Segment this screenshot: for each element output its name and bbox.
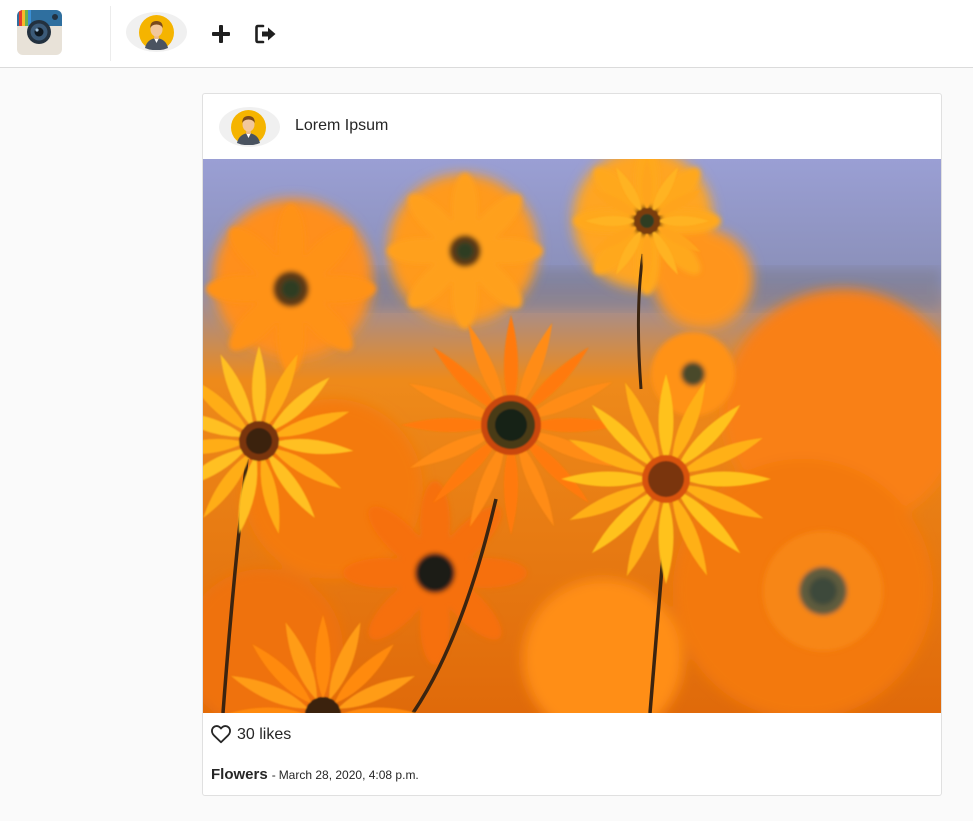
sign-out-icon [255,24,276,44]
heart-outline-icon[interactable] [210,723,232,745]
caption-separator: - [271,768,276,782]
user-avatar-icon [231,110,266,145]
profile-avatar-button[interactable] [126,12,187,52]
logout-button[interactable] [254,22,278,46]
caption-title: Flowers [211,766,268,783]
post-header: Lorem Ipsum [203,94,941,159]
post-timestamp: March 28, 2020, 4:08 p.m. [278,768,419,782]
plus-icon [212,25,230,43]
post-photo[interactable] [203,159,941,713]
post-author-avatar[interactable] [219,107,280,147]
post-card: Lorem Ipsum 30 likes Flowers - March 28,… [202,93,942,796]
post-caption: Flowers - March 28, 2020, 4:08 p.m. [211,766,419,783]
top-navbar [0,0,973,68]
orange-flowers-photo [203,159,941,713]
likes-row: 30 likes [210,722,291,746]
camera-app-logo-icon[interactable] [17,10,62,55]
post-author-username[interactable]: Lorem Ipsum [295,117,388,135]
likes-count: 30 likes [237,726,292,743]
user-avatar-icon [139,15,174,50]
navbar-divider [110,6,111,61]
new-post-button[interactable] [209,22,233,46]
